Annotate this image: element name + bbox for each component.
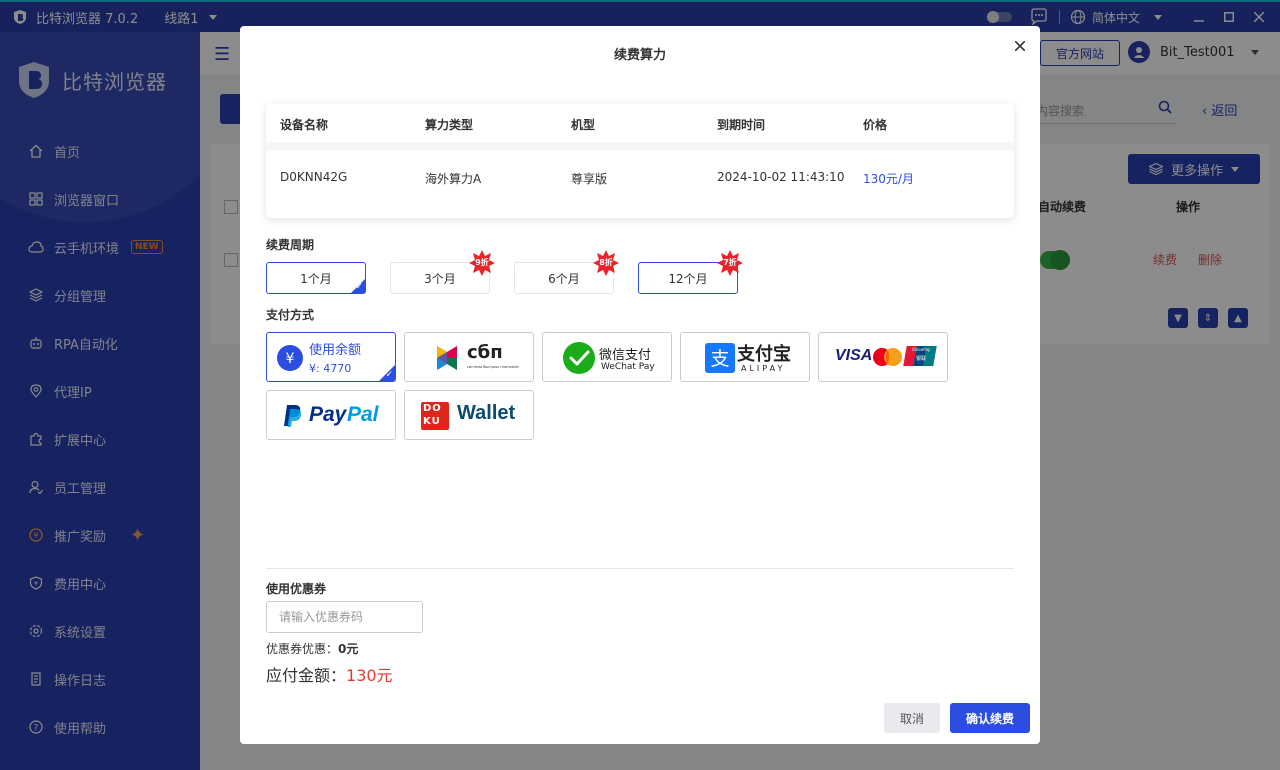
sbp-text: сбп <box>467 342 503 363</box>
doku-logo-icon: DO KU <box>421 402 449 430</box>
cancel-button[interactable]: 取消 <box>884 703 940 733</box>
confirm-renew-button[interactable]: 确认续费 <box>950 703 1030 733</box>
payment-label: 支付方式 <box>266 308 315 322</box>
coupon-discount: 优惠券优惠：0元 <box>266 640 358 657</box>
unionpay-cn-text: 银联 <box>915 356 926 362</box>
mastercard-icon <box>873 348 902 366</box>
sbp-logo-icon <box>437 346 457 370</box>
doku-logo-bottom: KU <box>423 416 441 427</box>
visa-text: VISA <box>835 347 873 364</box>
balance-amount: ¥: 4770 <box>309 362 352 375</box>
coupon-discount-label: 优惠券优惠： <box>266 642 339 656</box>
dialog-title: 续费算力 <box>613 48 666 63</box>
cell-device-name: D0KNN42G <box>280 170 348 184</box>
discount-badge: 7折 <box>717 250 743 276</box>
pay-option-card[interactable]: VISA UnionPay 银联 <box>818 332 948 382</box>
discount-badge: 9折 <box>469 250 495 276</box>
cell-compute-type: 海外算力A <box>425 172 482 186</box>
alipay-icon: 支 <box>705 343 735 373</box>
header-device-name: 设备名称 <box>280 118 329 132</box>
wechat-pay-icon <box>563 342 595 374</box>
svg-text:支: 支 <box>710 348 729 370</box>
cell-model: 尊享版 <box>571 172 608 186</box>
coupon-input[interactable] <box>266 601 423 633</box>
discount-badge: 8折 <box>593 250 619 276</box>
alipay-text: 支付宝 <box>737 344 791 365</box>
period-label-text: 6个月 <box>548 271 580 286</box>
period-label-text: 12个月 <box>668 271 708 286</box>
device-info-table: 设备名称 算力类型 机型 到期时间 价格 D0KNN42G 海外算力A 尊享版 … <box>266 104 1014 218</box>
pay-option-balance[interactable]: ¥ 使用余额 ¥: 4770 ✓ <box>266 332 396 382</box>
balance-label: 使用余额 <box>309 343 362 358</box>
wechat-subtext: WeChat Pay <box>601 362 655 372</box>
svg-text:¥: ¥ <box>286 351 295 367</box>
pay-option-wechat[interactable]: 微信支付 WeChat Pay <box>542 332 672 382</box>
period-label: 续费周期 <box>266 238 315 252</box>
period-option-1m[interactable]: 1个月 ✓ <box>266 262 366 294</box>
paypal-icon <box>284 405 302 427</box>
unionpay-text: UnionPay <box>911 347 931 352</box>
header-compute-type: 算力类型 <box>425 118 474 132</box>
header-expire: 到期时间 <box>717 118 766 132</box>
discount-text: 9折 <box>475 258 489 267</box>
discount-text: 8折 <box>599 258 613 267</box>
close-icon <box>1015 41 1025 51</box>
header-price: 价格 <box>863 118 888 132</box>
renew-dialog: 续费算力 设备名称 算力类型 机型 到期时间 价格 D0KNN42G 海外算力A… <box>240 26 1040 744</box>
payable-label: 应付金额： <box>266 666 347 685</box>
check-icon: ✓ <box>385 370 393 380</box>
paypal-text-a: Pay <box>309 403 347 426</box>
pay-option-alipay[interactable]: 支 支付宝 ALIPAY <box>680 332 810 382</box>
pay-option-paypal[interactable]: Pay Pal <box>266 390 396 440</box>
sbp-subtext: система быстрых платежей <box>467 365 519 369</box>
wechat-text: 微信支付 <box>599 348 652 363</box>
payable-amount: 应付金额：130元 <box>266 662 393 686</box>
cell-expire: 2024-10-02 11:43:10 <box>717 170 845 184</box>
table-separator <box>266 142 1014 150</box>
doku-text: Wallet <box>457 402 516 424</box>
payable-value: 130元 <box>346 666 393 685</box>
yuan-icon: ¥ <box>277 345 303 371</box>
divider <box>266 568 1014 569</box>
period-label-text: 3个月 <box>424 271 456 286</box>
paypal-text-b: Pal <box>347 403 379 426</box>
pay-option-sbp[interactable]: сбп система быстрых платежей <box>404 332 534 382</box>
alipay-subtext: ALIPAY <box>741 364 786 373</box>
coupon-label: 使用优惠券 <box>266 582 327 596</box>
check-icon: ✓ <box>355 282 363 292</box>
cell-price: 130元/月 <box>863 172 914 186</box>
dialog-close-button[interactable] <box>1012 38 1028 54</box>
discount-text: 7折 <box>723 258 737 267</box>
period-label-text: 1个月 <box>300 271 332 286</box>
doku-logo-top: DO <box>423 403 442 414</box>
coupon-discount-value: 0元 <box>338 642 359 656</box>
header-model: 机型 <box>571 118 596 132</box>
pay-option-doku-wallet[interactable]: DO KU Wallet <box>404 390 534 440</box>
